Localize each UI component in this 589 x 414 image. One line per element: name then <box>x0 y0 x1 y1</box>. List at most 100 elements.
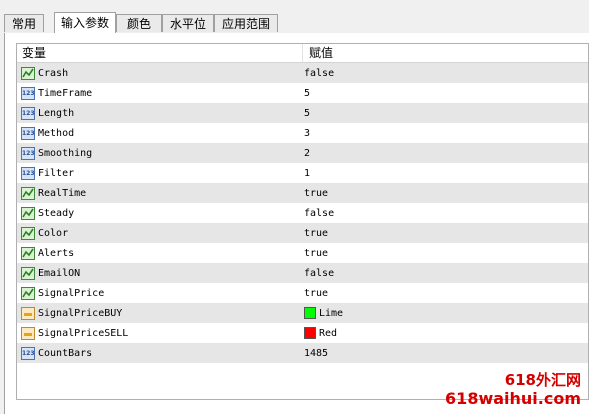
variable-value: false <box>304 67 335 79</box>
variable-name: Alerts <box>38 247 75 259</box>
boolean-type-icon <box>21 226 35 240</box>
variable-cell: Alerts <box>17 246 302 260</box>
table-row[interactable]: RealTime true <box>17 183 588 203</box>
variable-value: true <box>304 247 329 259</box>
variable-cell: 123 Filter <box>17 166 302 180</box>
value-cell[interactable]: true <box>302 228 328 239</box>
variable-name: RealTime <box>38 187 87 199</box>
table-row[interactable]: SignalPriceSELL Red <box>17 323 588 343</box>
variable-cell: Crash <box>17 66 302 80</box>
variable-name: EmailON <box>38 267 81 279</box>
variable-name: Crash <box>38 67 69 79</box>
variable-value: Lime <box>319 307 344 319</box>
variable-cell: 123 Method <box>17 126 302 140</box>
value-cell[interactable]: 2 <box>302 148 310 159</box>
variable-name: Method <box>38 127 75 139</box>
integer-type-icon: 123 <box>21 106 35 120</box>
variable-name: Color <box>38 227 69 239</box>
value-cell[interactable]: Lime <box>302 307 343 319</box>
value-cell[interactable]: 5 <box>302 88 310 99</box>
variable-value: 1485 <box>304 347 329 359</box>
table-row[interactable]: 123 Length 5 <box>17 103 588 123</box>
integer-type-icon: 123 <box>21 346 35 360</box>
variable-cell: Steady <box>17 206 302 220</box>
variable-name: TimeFrame <box>38 87 93 99</box>
table-row[interactable]: Steady false <box>17 203 588 223</box>
integer-type-icon: 123 <box>21 126 35 140</box>
value-cell[interactable]: 1 <box>302 168 310 179</box>
variable-cell: EmailON <box>17 266 302 280</box>
variable-value: 1 <box>304 167 311 179</box>
inputs-panel: 变量 赋值 Crash false 123 TimeFrame 5 123 Length 5 1… <box>4 33 589 414</box>
variable-cell: 123 TimeFrame <box>17 86 302 100</box>
value-cell[interactable]: true <box>302 188 328 199</box>
value-cell[interactable]: false <box>302 268 334 279</box>
table-row[interactable]: SignalPrice true <box>17 283 588 303</box>
variable-name: Steady <box>38 207 75 219</box>
boolean-type-icon <box>21 66 35 80</box>
integer-icon-label: 123 <box>22 109 35 117</box>
value-cell[interactable]: false <box>302 68 334 79</box>
boolean-type-icon <box>21 286 35 300</box>
color-type-icon <box>21 306 35 320</box>
integer-icon-label: 123 <box>22 149 35 157</box>
table-row[interactable]: EmailON false <box>17 263 588 283</box>
table-row[interactable]: Color true <box>17 223 588 243</box>
variable-cell: 123 Smoothing <box>17 146 302 160</box>
column-header-value[interactable]: 赋值 <box>303 44 333 62</box>
boolean-type-icon <box>21 206 35 220</box>
variable-value: true <box>304 187 329 199</box>
table-row[interactable]: 123 Filter 1 <box>17 163 588 183</box>
tab-levels[interactable]: 水平位 <box>162 14 214 32</box>
color-swatch <box>304 307 316 319</box>
variable-cell: SignalPrice <box>17 286 302 300</box>
integer-icon-label: 123 <box>22 349 35 357</box>
value-cell[interactable]: 5 <box>302 108 310 119</box>
table-row[interactable]: Alerts true <box>17 243 588 263</box>
table-row[interactable]: 123 CountBars 1485 <box>17 343 588 363</box>
parameters-table: 变量 赋值 Crash false 123 TimeFrame 5 123 Length 5 1… <box>16 43 589 400</box>
value-cell[interactable]: 1485 <box>302 348 328 359</box>
color-swatch <box>304 327 316 339</box>
table-row[interactable]: 123 TimeFrame 5 <box>17 83 588 103</box>
boolean-type-icon <box>21 266 35 280</box>
value-cell[interactable]: true <box>302 288 328 299</box>
tab-inputs[interactable]: 输入参数 <box>54 12 116 33</box>
variable-cell: 123 CountBars <box>17 346 302 360</box>
color-type-icon <box>21 326 35 340</box>
value-cell[interactable]: true <box>302 248 328 259</box>
tab-strip: 常用 输入参数 颜色 水平位 应用范围 <box>4 12 589 45</box>
variable-name: SignalPrice <box>38 287 105 299</box>
variable-value: Red <box>319 327 338 339</box>
watermark-line1: 618外汇网 <box>504 371 581 389</box>
variable-value: 5 <box>304 87 311 99</box>
variable-value: 5 <box>304 107 311 119</box>
tab-visualization[interactable]: 应用范围 <box>214 14 278 32</box>
watermark-line2: 618waihui.com <box>445 389 581 408</box>
tab-general[interactable]: 常用 <box>4 14 44 32</box>
value-cell[interactable]: 3 <box>302 128 310 139</box>
variable-value: false <box>304 267 335 279</box>
boolean-type-icon <box>21 246 35 260</box>
integer-type-icon: 123 <box>21 146 35 160</box>
variable-value: 3 <box>304 127 311 139</box>
variable-name: CountBars <box>38 347 93 359</box>
integer-icon-label: 123 <box>22 129 35 137</box>
table-body: Crash false 123 TimeFrame 5 123 Length 5 123 Meth… <box>17 63 588 363</box>
table-row[interactable]: SignalPriceBUY Lime <box>17 303 588 323</box>
variable-value: true <box>304 287 329 299</box>
table-row[interactable]: Crash false <box>17 63 588 83</box>
variable-name: SignalPriceSELL <box>38 327 129 339</box>
integer-type-icon: 123 <box>21 166 35 180</box>
integer-icon-label: 123 <box>22 169 35 177</box>
variable-name: SignalPriceBUY <box>38 307 123 319</box>
column-header-variable[interactable]: 变量 <box>17 44 303 62</box>
value-cell[interactable]: Red <box>302 327 337 339</box>
table-row[interactable]: 123 Smoothing 2 <box>17 143 588 163</box>
table-row[interactable]: 123 Method 3 <box>17 123 588 143</box>
table-header: 变量 赋值 <box>17 44 588 63</box>
watermark: 618外汇网 618waihui.com <box>445 371 581 408</box>
value-cell[interactable]: false <box>302 208 334 219</box>
tab-colors[interactable]: 颜色 <box>116 14 162 32</box>
variable-name: Filter <box>38 167 75 179</box>
